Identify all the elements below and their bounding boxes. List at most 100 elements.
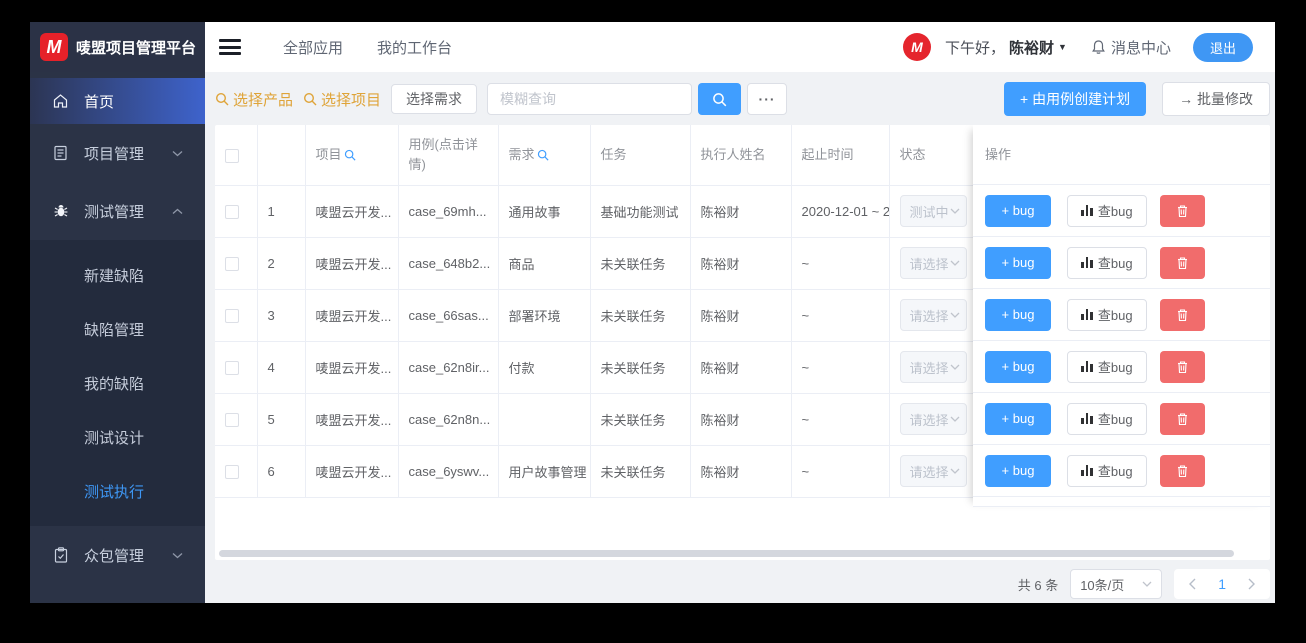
- delete-button[interactable]: [1160, 194, 1205, 227]
- avatar[interactable]: M: [903, 33, 932, 61]
- create-plan-button[interactable]: + 由用例创建计划: [1004, 82, 1147, 116]
- trash-icon: [1176, 464, 1189, 478]
- trash-icon: [1176, 308, 1189, 322]
- pagination-footer: 共 6 条 10条/页 1: [215, 569, 1270, 599]
- bell-icon: [1091, 39, 1106, 55]
- cell-case[interactable]: case_66sas...: [398, 289, 499, 342]
- logo-area: M 唛盟项目管理平台: [30, 22, 205, 72]
- view-bug-button[interactable]: 查bug: [1067, 246, 1147, 279]
- cell-case[interactable]: case_69mh...: [398, 185, 499, 238]
- sidebar-item-label: 测试设计: [84, 429, 145, 447]
- sidebar-item-home[interactable]: 首页: [30, 78, 205, 124]
- row-checkbox[interactable]: [225, 256, 239, 271]
- sidebar-item-defect-management[interactable]: 缺陷管理: [30, 302, 205, 356]
- more-filters-button[interactable]: ···: [747, 83, 788, 115]
- plus-icon: +: [1020, 91, 1029, 107]
- horizontal-scrollbar[interactable]: [219, 550, 1234, 557]
- logout-button[interactable]: 退出: [1192, 32, 1253, 62]
- tab-my-workbench[interactable]: 我的工作台: [377, 37, 452, 58]
- batch-edit-label: 批量修改: [1197, 91, 1253, 107]
- status-select[interactable]: 请选择: [899, 299, 967, 331]
- select-product-link[interactable]: 选择产品: [215, 89, 293, 110]
- status-select[interactable]: 请选择: [899, 403, 967, 435]
- screenshot-stage: M 唛盟项目管理平台 全部应用 我的工作台 M 下午好， 陈裕财 ▼ 消息中心 …: [0, 0, 1306, 643]
- prev-page-button[interactable]: [1188, 578, 1196, 590]
- row-checkbox[interactable]: [225, 204, 239, 219]
- cell-case[interactable]: case_6yswv...: [398, 445, 499, 498]
- select-project-link[interactable]: 选择项目: [303, 89, 381, 110]
- sidebar-item-my-defects[interactable]: 我的缺陷: [30, 356, 205, 410]
- header-right: M 下午好， 陈裕财 ▼ 消息中心 退出: [903, 32, 1253, 62]
- add-bug-button[interactable]: + bug: [985, 246, 1051, 279]
- delete-button[interactable]: [1160, 454, 1205, 487]
- row-checkbox[interactable]: [225, 412, 239, 427]
- sidebar-item-label: 项目管理: [84, 145, 145, 163]
- sidebar-item-new-defect[interactable]: 新建缺陷: [30, 248, 205, 302]
- row-index: 5: [257, 393, 306, 446]
- next-page-button[interactable]: [1248, 578, 1256, 590]
- select-all-checkbox[interactable]: [225, 148, 239, 163]
- testing-submenu: 新建缺陷 缺陷管理 我的缺陷 测试设计 测试执行: [30, 240, 205, 526]
- search-button[interactable]: [698, 83, 742, 115]
- sidebar-item-test-design[interactable]: 测试设计: [30, 410, 205, 464]
- add-bug-button[interactable]: + bug: [985, 194, 1051, 227]
- table-row: 2 唛盟云开发... case_648b2... 商品 未关联任务 陈裕财 ~ …: [215, 237, 1056, 290]
- delete-button[interactable]: [1160, 402, 1205, 435]
- sidebar-item-testing[interactable]: 测试管理: [30, 182, 205, 240]
- cell-case[interactable]: case_62n8ir...: [398, 341, 499, 394]
- cell-executor: 陈裕财: [690, 289, 792, 342]
- message-center[interactable]: 消息中心: [1091, 37, 1171, 58]
- view-bug-button[interactable]: 查bug: [1067, 402, 1147, 435]
- status-select[interactable]: 测试中: [899, 195, 967, 227]
- row-index: 6: [257, 445, 306, 498]
- batch-edit-button[interactable]: → 批量修改: [1162, 82, 1270, 116]
- delete-button[interactable]: [1160, 350, 1205, 383]
- page-number[interactable]: 1: [1218, 576, 1226, 592]
- cell-case[interactable]: case_648b2...: [398, 237, 499, 290]
- status-select[interactable]: 请选择: [899, 455, 967, 487]
- col-executor: 执行人姓名: [690, 125, 792, 186]
- page-size-select[interactable]: 10条/页: [1070, 569, 1163, 599]
- row-checkbox[interactable]: [225, 464, 239, 479]
- status-select[interactable]: 请选择: [899, 351, 967, 383]
- view-bug-button[interactable]: 查bug: [1067, 350, 1147, 383]
- operations-fixed-column: 操作 + bug 查bug + bug 查bug + bug 查bug + bu…: [973, 125, 1270, 507]
- cell-project: 唛盟云开发...: [305, 445, 399, 498]
- cell-project: 唛盟云开发...: [305, 341, 399, 394]
- header-main: 全部应用 我的工作台 M 下午好， 陈裕财 ▼ 消息中心 退出: [205, 22, 1275, 72]
- cell-demand: 部署环境: [498, 289, 591, 342]
- view-bug-button[interactable]: 查bug: [1067, 454, 1147, 487]
- cell-executor: 陈裕财: [690, 185, 792, 238]
- delete-button[interactable]: [1160, 246, 1205, 279]
- status-select[interactable]: 请选择: [899, 247, 967, 279]
- cell-task: 未关联任务: [590, 237, 691, 290]
- add-bug-button[interactable]: + bug: [985, 402, 1051, 435]
- hamburger-menu-icon[interactable]: [219, 39, 241, 55]
- view-bug-button[interactable]: 查bug: [1067, 298, 1147, 331]
- add-bug-button[interactable]: + bug: [985, 350, 1051, 383]
- sidebar-item-test-execution[interactable]: 测试执行: [30, 464, 205, 518]
- row-checkbox[interactable]: [225, 360, 239, 375]
- chevron-down-icon: [172, 150, 183, 157]
- cell-executor: 陈裕财: [690, 341, 792, 394]
- cell-dates: ~: [791, 445, 890, 498]
- cell-demand: 商品: [498, 237, 591, 290]
- row-checkbox[interactable]: [225, 308, 239, 323]
- delete-button[interactable]: [1160, 298, 1205, 331]
- cell-case[interactable]: case_62n8n...: [398, 393, 499, 446]
- tab-all-apps[interactable]: 全部应用: [283, 37, 343, 58]
- add-bug-button[interactable]: + bug: [985, 298, 1051, 331]
- create-plan-label: 由用例创建计划: [1032, 91, 1131, 107]
- app-window: M 唛盟项目管理平台 全部应用 我的工作台 M 下午好， 陈裕财 ▼ 消息中心 …: [30, 22, 1275, 603]
- operations-row: + bug 查bug: [973, 237, 1270, 289]
- user-greeting[interactable]: 下午好， 陈裕财 ▼: [945, 37, 1067, 58]
- add-bug-button[interactable]: + bug: [985, 454, 1051, 487]
- cell-executor: 陈裕财: [690, 393, 792, 446]
- page-size-label: 10条/页: [1080, 577, 1125, 593]
- view-bug-button[interactable]: 查bug: [1067, 194, 1147, 227]
- fuzzy-search-input[interactable]: [487, 83, 693, 115]
- sidebar-item-label: 新建缺陷: [84, 267, 145, 285]
- select-demand-button[interactable]: 选择需求: [391, 84, 478, 114]
- sidebar-item-projects[interactable]: 项目管理: [30, 124, 205, 182]
- sidebar-item-crowdsourcing[interactable]: 众包管理: [30, 526, 205, 584]
